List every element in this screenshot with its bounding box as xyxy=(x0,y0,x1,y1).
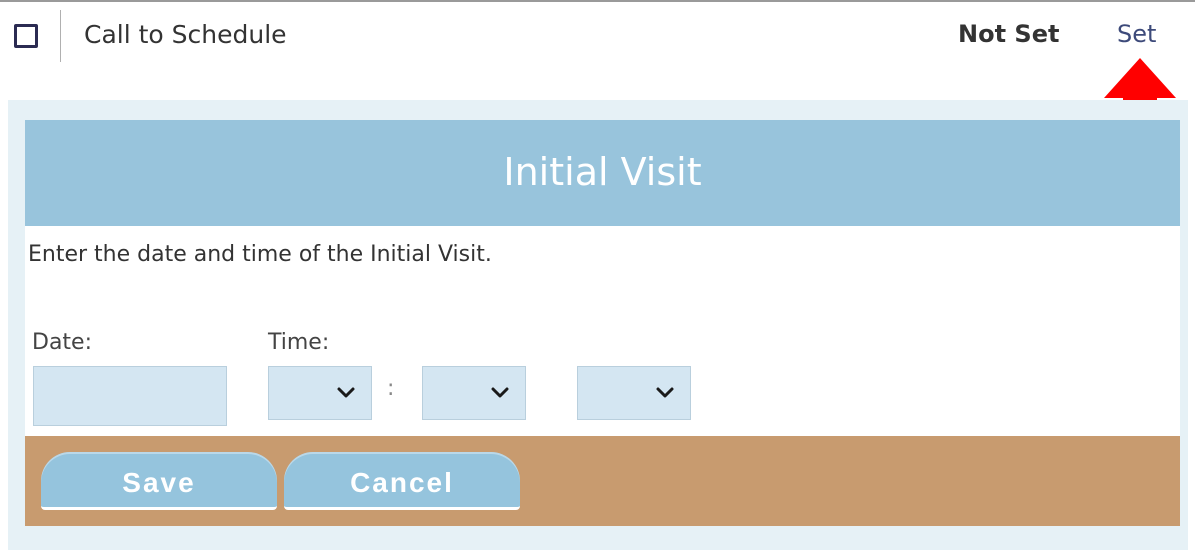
dialog-header: Initial Visit xyxy=(25,120,1180,226)
time-label: Time: xyxy=(268,330,330,355)
status-text: Not Set xyxy=(958,20,1060,48)
task-checkbox[interactable] xyxy=(14,24,38,48)
dialog-title: Initial Visit xyxy=(503,150,702,194)
time-separator: : xyxy=(387,376,395,401)
instructions-text: Enter the date and time of the Initial V… xyxy=(28,242,492,267)
save-button[interactable]: Save xyxy=(41,452,277,510)
dialog-body: Enter the date and time of the Initial V… xyxy=(25,226,1180,436)
date-label: Date: xyxy=(32,330,92,355)
hour-select[interactable] xyxy=(268,366,372,420)
row-divider xyxy=(60,10,61,62)
task-row: Call to Schedule Not Set Set xyxy=(0,2,1195,70)
minute-select[interactable] xyxy=(422,366,526,420)
dialog-footer: Save Cancel xyxy=(25,436,1180,526)
chevron-down-icon xyxy=(337,387,355,398)
date-input[interactable] xyxy=(33,366,227,426)
chevron-down-icon xyxy=(491,387,509,398)
chevron-down-icon xyxy=(656,387,674,398)
ampm-select[interactable] xyxy=(577,366,691,420)
task-label: Call to Schedule xyxy=(84,20,287,49)
cancel-button[interactable]: Cancel xyxy=(284,452,520,510)
set-link[interactable]: Set xyxy=(1117,20,1156,48)
